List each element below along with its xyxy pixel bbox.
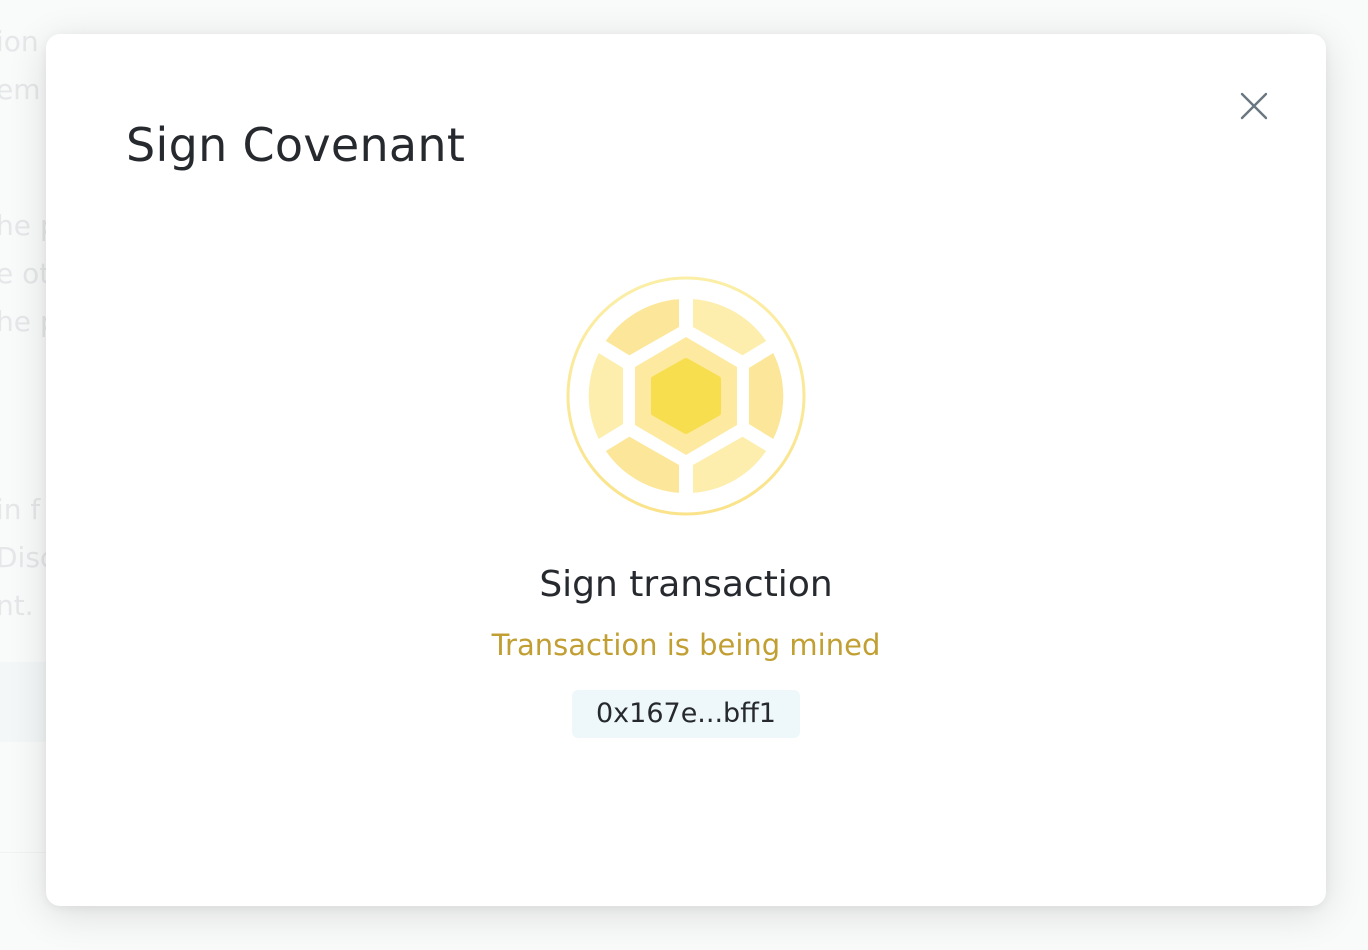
transaction-status: Transaction is being mined [491, 628, 881, 662]
modal-title: Sign Covenant [126, 118, 466, 172]
mining-progress-icon [565, 275, 807, 517]
close-icon [1240, 92, 1268, 120]
close-button[interactable] [1232, 84, 1276, 128]
step-title: Sign transaction [539, 564, 833, 605]
sign-covenant-modal: Sign Covenant Sign transaction Transacti… [46, 34, 1326, 906]
transaction-hash-link[interactable]: 0x167e...bff1 [572, 690, 800, 738]
